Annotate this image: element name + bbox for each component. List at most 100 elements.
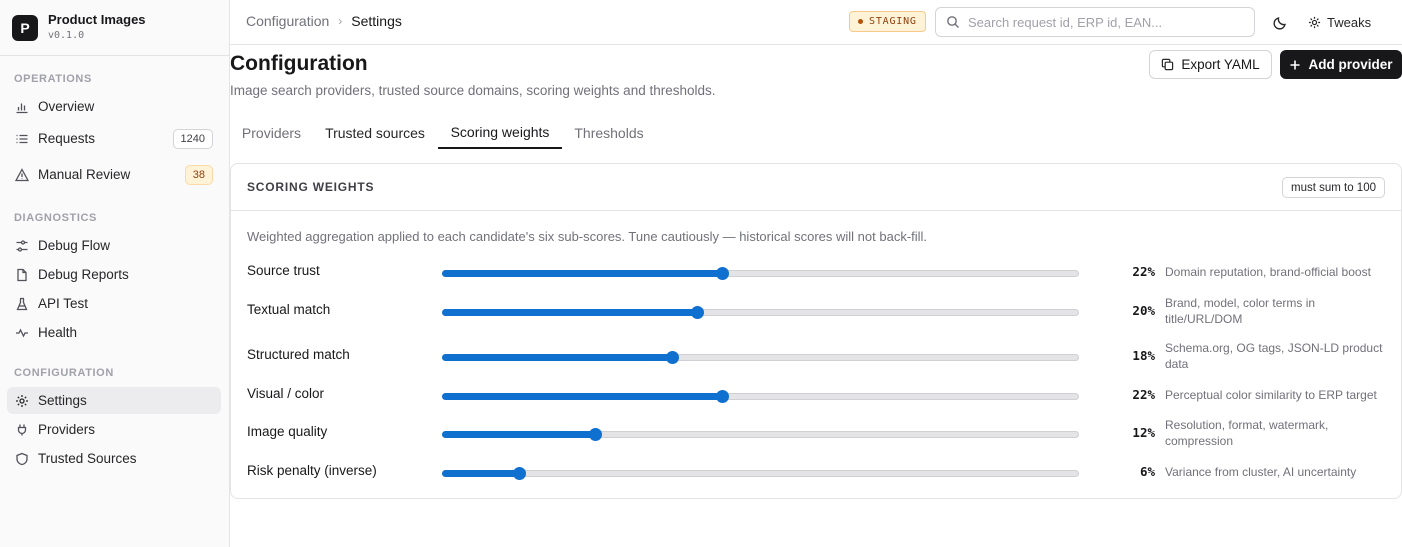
sidebar-item-label: Settings	[38, 393, 87, 408]
warning-icon	[15, 167, 29, 182]
weight-value: 22%	[1132, 264, 1155, 279]
file-icon	[15, 268, 29, 282]
card-title: SCORING WEIGHTS	[247, 180, 375, 194]
tab-scoring-weights[interactable]: Scoring weights	[438, 117, 562, 149]
tweaks-label: Tweaks	[1327, 14, 1372, 30]
weight-value: 6%	[1139, 464, 1155, 479]
sidebar-item-settings[interactable]: Settings	[7, 387, 221, 414]
search-box[interactable]	[935, 7, 1255, 37]
section-label-operations: OPERATIONS	[14, 73, 92, 85]
plug-icon	[15, 423, 29, 437]
weight-label: Textual match	[247, 302, 331, 317]
slider-thumb[interactable]	[513, 467, 527, 480]
tab-trusted-sources[interactable]: Trusted sources	[317, 117, 433, 149]
sidebar-item-debug-flow[interactable]: Debug Flow	[7, 232, 221, 259]
slider-thumb[interactable]	[716, 267, 730, 280]
sidebar-item-health[interactable]: Health	[7, 319, 221, 346]
weight-value: 22%	[1132, 387, 1155, 402]
weight-slider[interactable]	[442, 390, 1079, 403]
sidebar-item-label: Health	[38, 325, 78, 340]
weight-value: 18%	[1132, 348, 1155, 363]
list-icon	[15, 132, 29, 146]
section-label-diagnostics: DIAGNOSTICS	[14, 212, 97, 224]
add-provider-button[interactable]: Add provider	[1280, 50, 1402, 79]
sidebar: P Product Images v0.1.0 OPERATIONS Overv…	[0, 0, 230, 547]
weight-slider[interactable]	[442, 267, 1079, 280]
weight-note: Variance from cluster, AI uncertainty	[1165, 465, 1357, 479]
section-label-configuration: CONFIGURATION	[14, 367, 114, 379]
plus-icon	[1289, 59, 1301, 71]
weight-slider[interactable]	[442, 306, 1079, 319]
slider-thumb[interactable]	[716, 390, 730, 403]
export-yaml-button[interactable]: Export YAML	[1149, 50, 1272, 79]
settings-tabs: Providers Trusted sources Scoring weight…	[230, 117, 1402, 149]
weight-row-visual-color: Visual / color 22% Perceptual color simi…	[231, 379, 1401, 409]
export-yaml-label: Export YAML	[1181, 57, 1260, 72]
weight-label: Risk penalty (inverse)	[247, 463, 377, 478]
breadcrumb: Configuration › Settings	[246, 13, 402, 29]
breadcrumb-configuration[interactable]: Configuration	[246, 13, 329, 29]
shield-icon	[15, 452, 29, 466]
weight-row-image-quality: Image quality 12% Resolution, format, wa…	[231, 417, 1401, 448]
tab-thresholds[interactable]: Thresholds	[566, 117, 652, 149]
weight-note: Domain reputation, brand-official boost	[1165, 265, 1371, 279]
brand[interactable]: P Product Images v0.1.0	[12, 12, 146, 43]
tweaks-button[interactable]: Tweaks	[1308, 11, 1371, 33]
sidebar-item-label: API Test	[38, 296, 89, 311]
slider-fill	[442, 393, 723, 400]
slider-thumb[interactable]	[691, 306, 704, 319]
status-dot-icon	[858, 19, 863, 24]
slider-thumb[interactable]	[665, 351, 679, 364]
sidebar-item-requests[interactable]: Requests 1240	[7, 125, 221, 152]
slider-fill	[442, 309, 697, 316]
tab-providers[interactable]: Providers	[230, 117, 313, 149]
weight-row-textual-match: Textual match 20% Brand, model, color te…	[231, 295, 1401, 326]
search-input[interactable]	[968, 14, 1248, 30]
sidebar-item-debug-reports[interactable]: Debug Reports	[7, 261, 221, 288]
sum-constraint-badge: must sum to 100	[1281, 177, 1385, 198]
weight-note: Resolution, format, watermark, compressi…	[1165, 418, 1329, 448]
weight-label: Visual / color	[247, 386, 325, 401]
copy-icon	[1161, 58, 1174, 71]
sidebar-item-label: Manual Review	[38, 167, 131, 182]
weight-value: 20%	[1132, 303, 1155, 318]
weight-slider[interactable]	[442, 467, 1079, 480]
weight-note: Perceptual color similarity to ERP targe…	[1165, 388, 1377, 402]
slider-fill	[442, 354, 672, 361]
weight-note: Brand, model, color terms in title/URL/D…	[1165, 296, 1316, 326]
environment-badge: STAGING	[849, 11, 926, 32]
slider-fill	[442, 270, 723, 277]
weight-slider[interactable]	[442, 428, 1079, 441]
sidebar-item-label: Trusted Sources	[38, 451, 137, 466]
app-logo: P	[12, 14, 38, 41]
sun-icon	[1308, 16, 1321, 29]
page-title: Configuration	[230, 52, 368, 75]
breadcrumb-settings: Settings	[351, 13, 402, 29]
sidebar-item-api-test[interactable]: API Test	[7, 290, 221, 317]
page-subtitle: Image search providers, trusted source d…	[230, 83, 716, 98]
manual-review-count-badge: 38	[184, 164, 213, 185]
sidebar-item-providers[interactable]: Providers	[7, 416, 221, 443]
sidebar-item-label: Requests	[38, 131, 96, 146]
weight-value: 12%	[1132, 425, 1155, 440]
sidebar-item-manual-review[interactable]: Manual Review 38	[7, 161, 221, 188]
sidebar-item-overview[interactable]: Overview	[7, 93, 221, 120]
add-provider-label: Add provider	[1308, 57, 1393, 72]
requests-count-badge: 1240	[172, 128, 213, 149]
sidebar-item-label: Overview	[38, 99, 95, 114]
sidebar-item-label: Debug Reports	[38, 267, 129, 282]
sidebar-item-trusted-sources[interactable]: Trusted Sources	[7, 445, 221, 472]
app-version: v0.1.0	[48, 30, 85, 41]
moon-icon[interactable]	[1272, 15, 1288, 31]
scoring-weights-card: SCORING WEIGHTS must sum to 100 Weighted…	[230, 163, 1402, 499]
weight-label: Image quality	[247, 424, 328, 439]
sidebar-item-label: Debug Flow	[38, 238, 111, 253]
pulse-icon	[15, 326, 29, 340]
slider-thumb[interactable]	[589, 428, 603, 441]
card-header: SCORING WEIGHTS must sum to 100	[231, 164, 1401, 211]
slider-fill	[442, 431, 596, 438]
bar-chart-icon	[15, 100, 29, 114]
sliders-icon	[15, 239, 29, 253]
weight-label: Structured match	[247, 347, 350, 362]
weight-slider[interactable]	[442, 351, 1079, 364]
